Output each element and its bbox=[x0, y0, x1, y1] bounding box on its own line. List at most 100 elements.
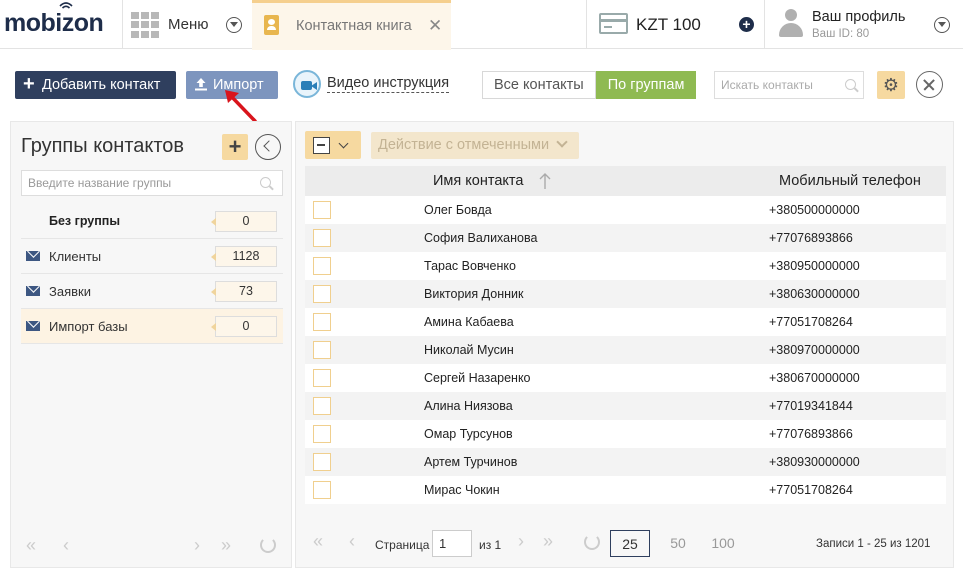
page-size-25[interactable]: 25 bbox=[610, 530, 650, 557]
credit-card-icon bbox=[599, 13, 628, 34]
contact-phone: +380670000000 bbox=[769, 371, 860, 385]
video-camera-icon bbox=[293, 70, 321, 98]
page-size-50[interactable]: 50 bbox=[666, 530, 690, 557]
group-count: 0 bbox=[211, 211, 277, 232]
contact-phone: +77076893866 bbox=[769, 231, 853, 245]
contact-name: София Валиханова bbox=[424, 231, 538, 245]
chevron-down-icon bbox=[226, 17, 242, 33]
last-page-icon[interactable]: » bbox=[543, 531, 553, 552]
upload-icon bbox=[195, 78, 207, 91]
contact-name: Алина Ниязова bbox=[424, 399, 513, 413]
next-page-icon[interactable]: › bbox=[518, 531, 524, 552]
table-row[interactable]: Мирас Чокин +77051708264 bbox=[305, 476, 946, 504]
contact-phone: +380930000000 bbox=[769, 455, 860, 469]
video-instruction-label: Видео инструкция bbox=[327, 75, 450, 93]
table-row[interactable]: Омар Турсунов +77076893866 bbox=[305, 420, 946, 448]
profile-menu[interactable]: Ваш профиль Ваш ID: 80 bbox=[764, 0, 963, 49]
envelope-icon bbox=[26, 286, 40, 296]
group-name: Заявки bbox=[49, 284, 91, 299]
gear-icon: ⚙ bbox=[882, 75, 900, 95]
row-checkbox[interactable] bbox=[313, 285, 331, 303]
contact-phone: +77051708264 bbox=[769, 483, 853, 497]
group-count: 73 bbox=[211, 281, 277, 302]
records-count: Записи 1 - 25 из 1201 bbox=[816, 538, 931, 550]
contacts-panel: Действие с отмеченными Имя контакта Моби… bbox=[295, 121, 954, 568]
mobizon-logo[interactable]: mobizon bbox=[4, 2, 104, 38]
prev-page-icon[interactable]: ‹ bbox=[349, 531, 355, 552]
contact-name: Артем Турчинов bbox=[424, 455, 518, 469]
refresh-icon[interactable] bbox=[584, 534, 600, 550]
row-checkbox[interactable] bbox=[313, 201, 331, 219]
prev-page-icon[interactable]: ‹ bbox=[63, 535, 69, 556]
page-number-input[interactable] bbox=[432, 530, 472, 557]
group-count: 0 bbox=[211, 316, 277, 337]
group-row[interactable]: Клиенты 1128 bbox=[21, 239, 283, 274]
next-page-icon[interactable]: › bbox=[194, 535, 200, 556]
first-page-icon[interactable]: « bbox=[26, 535, 36, 556]
refresh-icon[interactable] bbox=[260, 537, 276, 553]
row-checkbox[interactable] bbox=[313, 369, 331, 387]
group-search bbox=[21, 170, 283, 196]
page-size-100[interactable]: 100 bbox=[708, 530, 738, 557]
group-row[interactable]: Заявки 73 bbox=[21, 274, 283, 309]
filter-by-groups[interactable]: По группам bbox=[595, 71, 697, 99]
collapse-panel-icon[interactable] bbox=[255, 134, 281, 160]
video-instruction-link[interactable]: Видео инструкция bbox=[293, 70, 463, 100]
row-checkbox[interactable] bbox=[313, 341, 331, 359]
row-checkbox[interactable] bbox=[313, 313, 331, 331]
group-name: Без группы bbox=[49, 214, 121, 228]
tab-contact-book[interactable]: Контактная книга ✕ bbox=[252, 0, 451, 50]
row-checkbox[interactable] bbox=[313, 397, 331, 415]
profile-id: Ваш ID: 80 bbox=[812, 28, 870, 40]
table-row[interactable]: Сергей Назаренко +380670000000 bbox=[305, 364, 946, 392]
first-page-icon[interactable]: « bbox=[313, 531, 323, 552]
close-tab-icon[interactable]: ✕ bbox=[428, 16, 442, 36]
group-row[interactable]: Без группы 0 bbox=[21, 204, 283, 239]
group-count: 1128 bbox=[211, 246, 277, 267]
user-avatar-icon bbox=[779, 9, 803, 37]
contact-name: Тарас Вовченко bbox=[424, 259, 516, 273]
last-page-icon[interactable]: » bbox=[221, 535, 231, 556]
bulk-action-label: Действие с отмеченными bbox=[378, 137, 550, 153]
table-row[interactable]: Алина Ниязова +77019341844 bbox=[305, 392, 946, 420]
group-row[interactable]: Импорт базы 0 bbox=[21, 309, 283, 344]
row-checkbox[interactable] bbox=[313, 229, 331, 247]
groups-panel: Группы контактов + Без группы 0 Клиенты … bbox=[10, 121, 292, 568]
add-contact-button[interactable]: + Добавить контакт bbox=[15, 71, 176, 99]
row-checkbox[interactable] bbox=[313, 481, 331, 499]
column-header-name[interactable]: Имя контакта bbox=[433, 173, 523, 189]
table-row[interactable]: Николай Мусин +380970000000 bbox=[305, 336, 946, 364]
column-header-phone[interactable]: Мобильный телефон bbox=[779, 173, 921, 189]
menu-label: Меню bbox=[168, 16, 209, 33]
contact-name: Виктория Донник bbox=[424, 287, 524, 301]
contact-search-input[interactable] bbox=[721, 78, 836, 92]
contact-name: Омар Турсунов bbox=[424, 427, 513, 441]
close-icon[interactable] bbox=[916, 71, 943, 98]
menu-button[interactable]: Меню bbox=[122, 0, 252, 49]
table-row[interactable]: Артем Турчинов +380930000000 bbox=[305, 448, 946, 476]
table-header: Имя контакта Мобильный телефон bbox=[305, 166, 946, 196]
table-row[interactable]: София Валиханова +77076893866 bbox=[305, 224, 946, 252]
sort-ascending-icon[interactable] bbox=[539, 172, 551, 190]
add-contact-label: Добавить контакт bbox=[42, 77, 161, 93]
row-checkbox[interactable] bbox=[313, 425, 331, 443]
profile-name: Ваш профиль bbox=[812, 9, 906, 25]
filter-all-contacts[interactable]: Все контакты bbox=[482, 71, 596, 99]
plus-icon: + bbox=[23, 73, 35, 95]
contact-name: Мирас Чокин bbox=[424, 483, 500, 497]
add-group-button[interactable]: + bbox=[222, 134, 248, 160]
table-row[interactable]: Олег Бовда +380500000000 bbox=[305, 196, 946, 224]
row-checkbox[interactable] bbox=[313, 453, 331, 471]
table-row[interactable]: Тарас Вовченко +380950000000 bbox=[305, 252, 946, 280]
contact-name: Олег Бовда bbox=[424, 203, 492, 217]
balance-widget[interactable]: KZT 100 + bbox=[586, 0, 764, 49]
row-checkbox[interactable] bbox=[313, 257, 331, 275]
select-all-checkbox[interactable] bbox=[313, 137, 330, 154]
table-row[interactable]: Виктория Донник +380630000000 bbox=[305, 280, 946, 308]
settings-gear-button[interactable]: ⚙ bbox=[877, 71, 905, 99]
group-search-input[interactable] bbox=[28, 176, 248, 190]
select-all-dropdown[interactable] bbox=[305, 131, 361, 159]
top-up-plus-icon[interactable]: + bbox=[739, 17, 754, 32]
table-row[interactable]: Амина Кабаева +77051708264 bbox=[305, 308, 946, 336]
bulk-action-dropdown[interactable]: Действие с отмеченными bbox=[371, 132, 579, 159]
